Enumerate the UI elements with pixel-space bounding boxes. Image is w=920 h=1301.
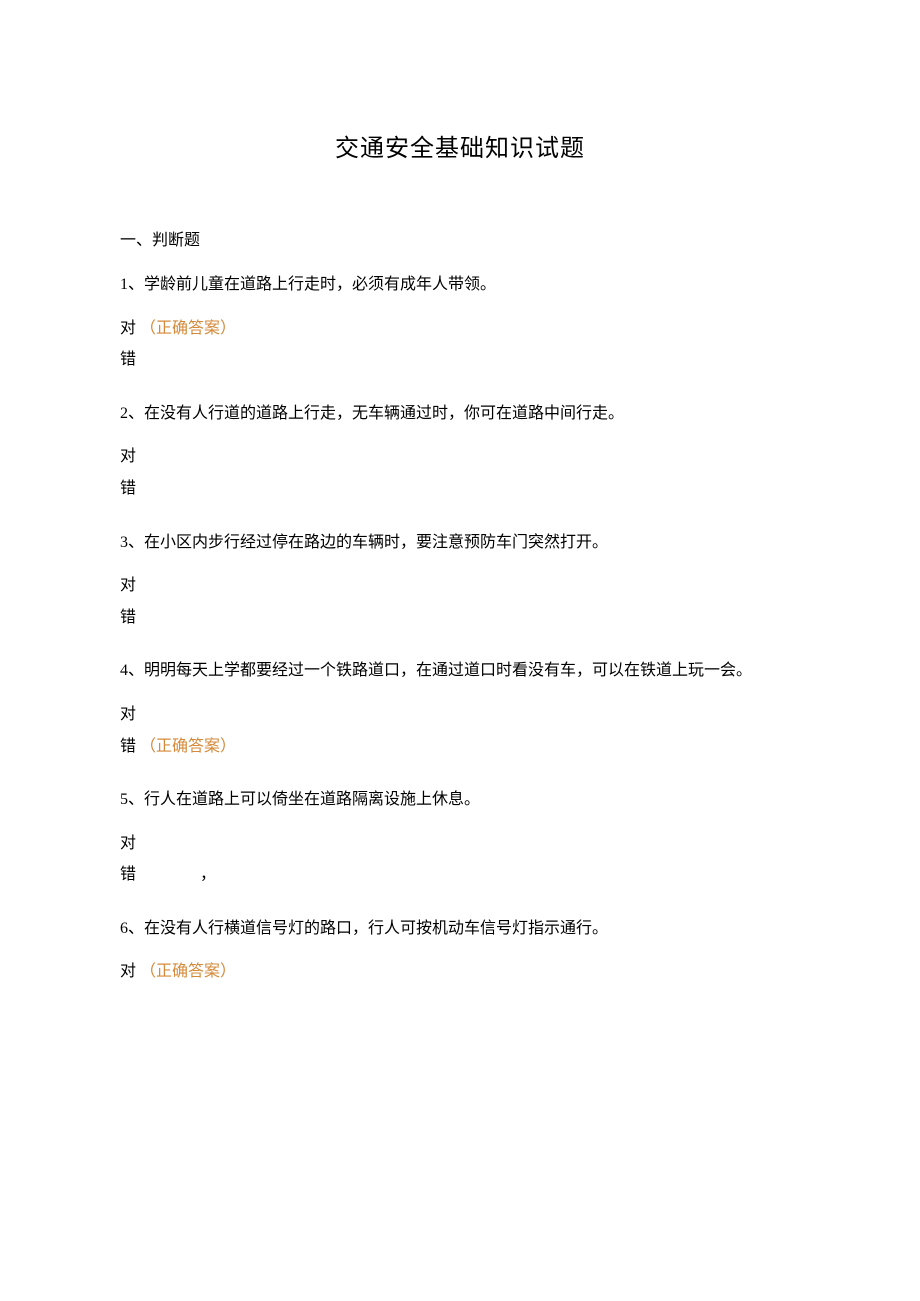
document-page: 交通安全基础知识试题 一、判断题 1、学龄前儿童在道路上行走时，必须有成年人带领…: [0, 0, 920, 1073]
choice-true: 对: [120, 831, 800, 857]
choice-false-label: 错: [120, 609, 136, 626]
question-text: 3、在小区内步行经过停在路边的车辆时，要注意预防车门突然打开。: [120, 530, 800, 556]
choice-true: 对: [120, 444, 800, 470]
choice-true: 对 （正确答案）: [120, 316, 800, 342]
question-block: 3、在小区内步行经过停在路边的车辆时，要注意预防车门突然打开。 对 错: [120, 530, 800, 631]
choice-true-label: 对: [120, 963, 136, 980]
choice-false: 错 ，: [120, 862, 800, 888]
question-text: 5、行人在道路上可以倚坐在道路隔离设施上休息。: [120, 787, 800, 813]
question-text: 1、学龄前儿童在道路上行走时，必须有成年人带领。: [120, 272, 800, 298]
choice-true-label: 对: [120, 320, 136, 337]
correct-answer-label: （正确答案）: [140, 738, 236, 755]
choice-false: 错: [120, 605, 800, 631]
choice-true-label: 对: [120, 448, 136, 465]
choice-true-label: 对: [120, 835, 136, 852]
choice-true: 对: [120, 573, 800, 599]
choice-true: 对 （正确答案）: [120, 959, 800, 985]
choice-false-label: 错: [120, 866, 136, 883]
extra-mark: ，: [200, 862, 216, 888]
question-block: 6、在没有人行横道信号灯的路口，行人可按机动车信号灯指示通行。 对 （正确答案）: [120, 916, 800, 985]
section-header: 一、判断题: [120, 228, 800, 254]
choice-false: 错: [120, 347, 800, 373]
choice-false: 错 （正确答案）: [120, 734, 800, 760]
question-text: 2、在没有人行道的道路上行走，无车辆通过时，你可在道路中间行走。: [120, 401, 800, 427]
page-title: 交通安全基础知识试题: [120, 130, 800, 168]
correct-answer-label: （正确答案）: [140, 320, 236, 337]
question-text: 4、明明每天上学都要经过一个铁路道口，在通过道口时看没有车，可以在铁道上玩一会。: [120, 658, 800, 684]
choice-false: 错: [120, 476, 800, 502]
question-text: 6、在没有人行横道信号灯的路口，行人可按机动车信号灯指示通行。: [120, 916, 800, 942]
choice-true: 对: [120, 702, 800, 728]
question-block: 2、在没有人行道的道路上行走，无车辆通过时，你可在道路中间行走。 对 错: [120, 401, 800, 502]
choice-true-label: 对: [120, 706, 136, 723]
choice-false-label: 错: [120, 480, 136, 497]
question-block: 1、学龄前儿童在道路上行走时，必须有成年人带领。 对 （正确答案） 错: [120, 272, 800, 373]
choice-false-label: 错: [120, 738, 136, 755]
choice-true-label: 对: [120, 577, 136, 594]
question-block: 5、行人在道路上可以倚坐在道路隔离设施上休息。 对 错 ，: [120, 787, 800, 888]
choice-false-label: 错: [120, 351, 136, 368]
question-block: 4、明明每天上学都要经过一个铁路道口，在通过道口时看没有车，可以在铁道上玩一会。…: [120, 658, 800, 759]
correct-answer-label: （正确答案）: [140, 963, 236, 980]
